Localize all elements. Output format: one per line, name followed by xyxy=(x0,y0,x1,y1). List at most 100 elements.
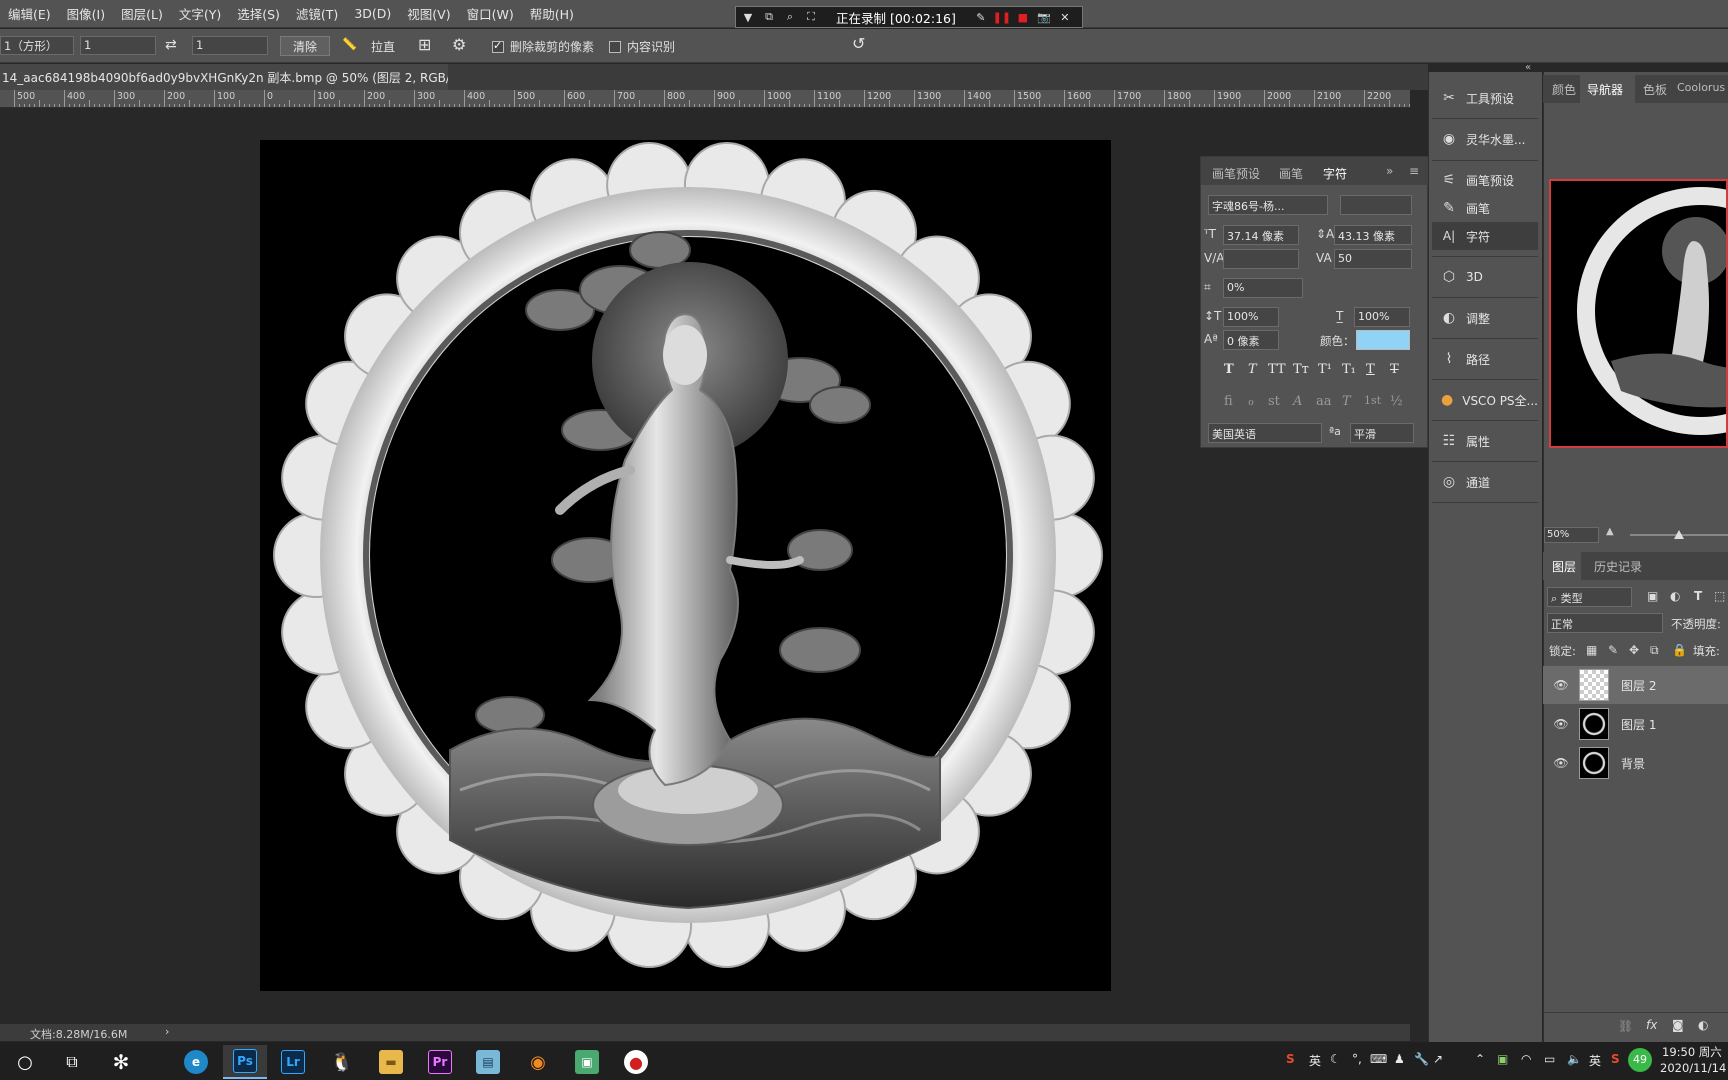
lock-all-icon[interactable]: 🔒 xyxy=(1672,643,1687,657)
taskbar-photoshop[interactable]: Ps xyxy=(223,1045,267,1079)
horizontal-scale-input[interactable]: 100% xyxy=(1354,307,1410,327)
menu-type[interactable]: 文字(Y) xyxy=(171,4,229,23)
task-view-button[interactable]: ⧉ xyxy=(50,1045,94,1079)
vertical-scale-input[interactable]: 100% xyxy=(1223,307,1279,327)
tab-history[interactable]: 历史记录 xyxy=(1594,558,1642,575)
tab-coolorus[interactable]: Coolorus 2 xyxy=(1677,81,1728,94)
visibility-eye-icon[interactable]: 👁 xyxy=(1543,717,1579,731)
menu-filter[interactable]: 滤镜(T) xyxy=(288,4,346,23)
layer-row-2[interactable]: 👁 图层 2 xyxy=(1543,666,1728,704)
menu-edit[interactable]: 编辑(E) xyxy=(0,4,59,23)
strikethrough-button[interactable]: T xyxy=(1390,362,1399,377)
tab-brush[interactable]: 画笔 xyxy=(1279,165,1303,182)
discretionary-ligatures-button[interactable]: ℴ xyxy=(1248,394,1254,409)
zoom-slider-thumb[interactable] xyxy=(1674,530,1684,539)
moon-icon[interactable]: ☾ xyxy=(1330,1052,1341,1066)
menu-image[interactable]: 图像(I) xyxy=(59,4,113,23)
filter-shape-icon[interactable]: ⬚ xyxy=(1714,589,1725,603)
collapse-icon[interactable]: » xyxy=(1386,164,1393,178)
volume-icon[interactable]: 🔈 xyxy=(1567,1052,1582,1066)
dock-3d[interactable]: ⬡ 3D xyxy=(1432,263,1538,291)
superscript-button[interactable]: T¹ xyxy=(1318,362,1332,377)
menu-select[interactable]: 选择(S) xyxy=(229,4,288,23)
sogou-tray-icon[interactable]: S xyxy=(1611,1052,1620,1066)
crop-height-input[interactable]: 1 xyxy=(192,36,268,55)
layer-row-1[interactable]: 👁 图层 1 xyxy=(1543,705,1728,743)
lock-artboard-icon[interactable]: ⧉ xyxy=(1650,643,1659,658)
clear-button[interactable]: 清除 xyxy=(280,36,330,56)
kerning-input[interactable] xyxy=(1223,249,1299,269)
taskbar-image-app[interactable]: ▣ xyxy=(565,1045,609,1079)
pen-icon[interactable]: ✎ xyxy=(975,11,987,24)
dock-character[interactable]: A| 字符 xyxy=(1432,222,1538,250)
titling-alternates-button[interactable]: T xyxy=(1342,394,1351,409)
dock-brush[interactable]: ✎ 画笔 xyxy=(1432,194,1538,222)
layer-filter-select[interactable]: ⌕ 类型 xyxy=(1547,587,1632,607)
font-size-input[interactable]: 37.14 像素 xyxy=(1223,225,1299,245)
tab-layers[interactable]: 图层 xyxy=(1552,558,1576,575)
dock-tool-presets[interactable]: ✂ 工具预设 xyxy=(1432,84,1538,112)
tools-icon[interactable]: 🔧 xyxy=(1414,1052,1429,1066)
menu-layer[interactable]: 图层(L) xyxy=(113,4,171,23)
panel-menu-icon[interactable]: ≡ xyxy=(1409,164,1419,178)
swap-icon[interactable]: ⇄ xyxy=(165,37,177,53)
ime-language-indicator[interactable]: 英 xyxy=(1309,1052,1321,1069)
underline-button[interactable]: T xyxy=(1366,362,1375,377)
tab-character[interactable]: 字符 xyxy=(1323,165,1347,182)
notification-badge[interactable]: 49 xyxy=(1628,1048,1652,1072)
dock-adjustments[interactable]: ◐ 调整 xyxy=(1432,304,1538,332)
faux-bold-button[interactable]: T xyxy=(1224,362,1234,377)
taskbar-app-snowflake[interactable]: ✻ xyxy=(99,1045,143,1079)
dock-properties[interactable]: ☷ 属性 xyxy=(1432,427,1538,455)
camera-icon[interactable]: 📷 xyxy=(1037,11,1051,24)
collapse-dock-icon[interactable]: « xyxy=(1525,62,1531,73)
text-color-swatch[interactable] xyxy=(1356,330,1410,350)
font-family-select[interactable]: 字魂86号-杨... xyxy=(1208,195,1328,215)
stop-icon[interactable]: ■ xyxy=(1017,11,1029,24)
taskbar-lightroom[interactable]: Lr xyxy=(271,1045,315,1079)
subscript-button[interactable]: T₁ xyxy=(1342,362,1356,377)
layer-row-background[interactable]: 👁 背景 xyxy=(1543,744,1728,782)
filter-adjustment-icon[interactable]: ◐ xyxy=(1670,589,1680,603)
fractions-button[interactable]: ½ xyxy=(1390,394,1403,409)
taskbar-recorder[interactable]: ● xyxy=(614,1045,658,1079)
overlay-grid-icon[interactable]: ⊞ xyxy=(418,35,431,54)
lock-position-icon[interactable]: ✥ xyxy=(1629,643,1639,657)
zoom-icon[interactable]: ⌕ xyxy=(784,10,796,23)
baseline-shift-input[interactable]: 0 像素 xyxy=(1223,330,1279,350)
tab-swatches[interactable]: 色板 xyxy=(1643,81,1667,98)
tab-navigator[interactable]: 导航器 xyxy=(1587,81,1623,98)
swash-button[interactable]: A xyxy=(1293,394,1302,409)
stylistic-alternates-button[interactable]: aa xyxy=(1316,394,1332,409)
menu-window[interactable]: 窗口(W) xyxy=(459,4,522,23)
taskbar-notes[interactable]: ▤ xyxy=(466,1045,510,1079)
punctuation-icon[interactable]: °, xyxy=(1352,1052,1362,1066)
contextual-alternates-button[interactable]: st xyxy=(1268,394,1280,409)
share-icon[interactable]: ↗ xyxy=(1433,1052,1443,1066)
filter-type-icon[interactable]: T xyxy=(1694,589,1702,603)
menu-view[interactable]: 视图(V) xyxy=(399,4,458,23)
menu-help[interactable]: 帮助(H) xyxy=(522,4,582,23)
antialias-select[interactable]: 平滑 xyxy=(1350,423,1414,443)
close-icon[interactable]: ✕ xyxy=(1059,11,1071,24)
faux-italic-button[interactable]: T xyxy=(1248,362,1257,377)
pause-icon[interactable]: ❚❚ xyxy=(993,11,1011,24)
dock-paths[interactable]: ⌇ 路径 xyxy=(1432,345,1538,373)
ordinals-button[interactable]: 1st xyxy=(1364,394,1381,407)
dropdown-icon[interactable]: ▼ xyxy=(742,11,754,24)
delete-cropped-checkbox[interactable] xyxy=(492,39,504,53)
zoom-out-icon[interactable]: ▲ xyxy=(1606,526,1614,537)
content-aware-checkbox[interactable] xyxy=(609,41,621,53)
tracking-input[interactable]: 50 xyxy=(1334,249,1412,269)
user-icon[interactable]: ♟ xyxy=(1394,1052,1405,1066)
dock-vsco[interactable]: ● VSCO PS全... xyxy=(1432,386,1538,414)
straighten-label[interactable]: 拉直 xyxy=(371,38,395,55)
tsume-input[interactable]: 0% xyxy=(1223,278,1303,298)
blend-mode-select[interactable]: 正常 xyxy=(1547,613,1663,633)
navigator-preview[interactable] xyxy=(1549,179,1728,448)
layer-mask-icon[interactable]: ◙ xyxy=(1672,1018,1684,1032)
tab-color[interactable]: 颜色 xyxy=(1552,81,1576,98)
document-canvas[interactable] xyxy=(260,140,1111,991)
document-tab[interactable]: 14_aac684198b4090bf6ad0y9bvXHGnKy2n 副本.b… xyxy=(0,64,490,90)
taskbar-premiere[interactable]: Pr xyxy=(418,1045,462,1079)
